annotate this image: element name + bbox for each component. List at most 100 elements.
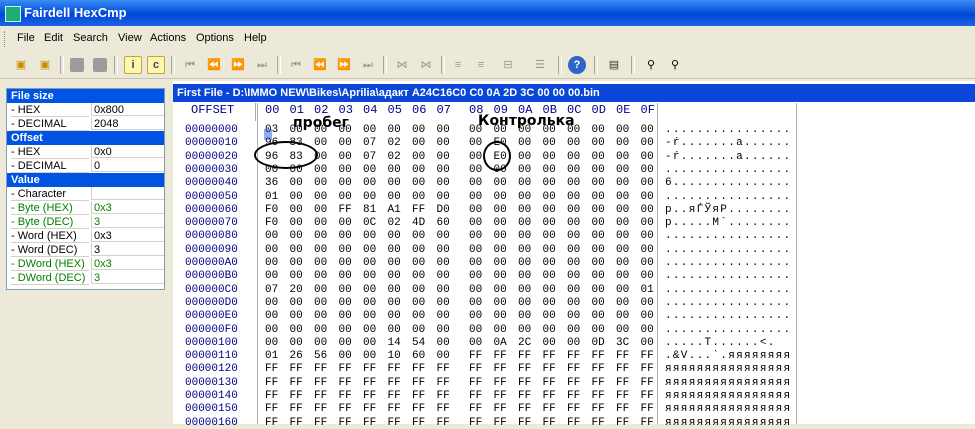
ascii-text[interactable]: яяяяяяяяяяяяяяяя <box>665 417 791 429</box>
hex-byte[interactable]: FF <box>494 390 507 402</box>
hex-byte[interactable]: 00 <box>314 337 327 349</box>
hex-byte[interactable]: FF <box>469 350 482 362</box>
hex-byte[interactable]: FF <box>543 390 556 402</box>
hex-byte[interactable]: 00 <box>641 310 654 322</box>
hex-byte[interactable]: FF <box>363 403 376 415</box>
ascii-text[interactable]: -ŕ.......а...... <box>665 137 791 149</box>
compare-icon[interactable]: c <box>147 56 165 74</box>
hex-byte[interactable]: 0D <box>592 337 605 349</box>
hex-byte[interactable]: 00 <box>339 257 352 269</box>
property-row[interactable]: - Word (DEC) 3 <box>7 243 164 257</box>
hex-byte[interactable]: 02 <box>388 217 401 229</box>
hex-byte[interactable]: 00 <box>339 230 352 242</box>
hex-byte[interactable]: 10 <box>388 350 401 362</box>
hex-byte[interactable]: 07 <box>265 284 278 296</box>
hex-byte[interactable]: 00 <box>469 270 482 282</box>
property-row[interactable]: - Character <box>7 187 164 201</box>
hex-byte[interactable]: 00 <box>543 191 556 203</box>
hex-byte[interactable]: FF <box>567 350 580 362</box>
hex-byte[interactable]: 00 <box>641 297 654 309</box>
hex-byte[interactable]: 00 <box>412 257 425 269</box>
hex-byte[interactable]: 00 <box>339 324 352 336</box>
hex-byte[interactable]: 00 <box>567 204 580 216</box>
hex-byte[interactable]: 00 <box>616 137 629 149</box>
hex-byte[interactable]: 00 <box>616 204 629 216</box>
hex-byte[interactable]: 00 <box>437 177 450 189</box>
hex-byte[interactable]: 00 <box>265 244 278 256</box>
hex-byte[interactable]: FF <box>543 417 556 429</box>
hex-byte[interactable]: 00 <box>314 257 327 269</box>
hex-byte[interactable]: 00 <box>363 297 376 309</box>
hex-row[interactable]: 00000050 01 00 00 00 00 00 00 00 00 00 00 00 00 00 00 00… <box>173 191 975 203</box>
hex-byte[interactable]: 26 <box>290 350 303 362</box>
first-icon[interactable]: ⏮ <box>287 56 305 74</box>
hex-byte[interactable]: FF <box>363 417 376 429</box>
property-row[interactable]: - Byte (DEC) 3 <box>7 215 164 229</box>
hex-byte[interactable]: FF <box>543 377 556 389</box>
align-icon[interactable]: ≡ <box>449 56 467 74</box>
hex-byte[interactable]: 00 <box>543 204 556 216</box>
hex-byte[interactable]: FF <box>592 377 605 389</box>
hex-byte[interactable]: 00 <box>265 324 278 336</box>
hex-byte[interactable]: 00 <box>339 244 352 256</box>
hex-row[interactable]: 00000070 F0 00 00 00 0C 02 4D 60 00 00 00 00 00 00 00 00… <box>173 217 975 229</box>
hex-byte[interactable]: 00 <box>543 137 556 149</box>
hex-byte[interactable]: FF <box>388 390 401 402</box>
hex-byte[interactable]: FF <box>290 363 303 375</box>
property-row[interactable]: - HEX 0x0 <box>7 145 164 159</box>
hex-byte[interactable]: 00 <box>494 191 507 203</box>
hex-byte[interactable]: 00 <box>616 244 629 256</box>
hex-byte[interactable]: 00 <box>616 230 629 242</box>
hex-byte[interactable]: 00 <box>494 310 507 322</box>
hex-byte[interactable]: 00 <box>437 137 450 149</box>
hex-byte[interactable]: FF <box>494 377 507 389</box>
hex-byte[interactable]: 56 <box>314 350 327 362</box>
hex-byte[interactable]: 00 <box>641 217 654 229</box>
hex-byte[interactable]: FF <box>494 350 507 362</box>
ascii-text[interactable]: ................ <box>665 297 791 309</box>
hex-byte[interactable]: 00 <box>412 177 425 189</box>
help-icon[interactable]: ? <box>568 56 586 74</box>
hex-byte[interactable]: FF <box>412 363 425 375</box>
hex-row[interactable]: 00000160 FF FF FF FF FF FF FF FF FF FF FF FF FF FF FF FF… <box>173 417 975 429</box>
hex-byte[interactable]: FF <box>437 417 450 429</box>
hex-byte[interactable]: 00 <box>388 257 401 269</box>
hex-byte[interactable]: 00 <box>290 204 303 216</box>
hex-byte[interactable]: 00 <box>412 230 425 242</box>
menu-search[interactable]: Search <box>73 32 108 44</box>
hex-byte[interactable]: 00 <box>314 217 327 229</box>
hex-byte[interactable]: 00 <box>314 284 327 296</box>
hex-byte[interactable]: 00 <box>314 310 327 322</box>
hex-byte[interactable]: 00 <box>567 191 580 203</box>
hex-byte[interactable]: 00 <box>494 324 507 336</box>
hex-byte[interactable]: 00 <box>616 177 629 189</box>
hex-byte[interactable]: 00 <box>388 191 401 203</box>
hex-byte[interactable]: FF <box>388 363 401 375</box>
hex-byte[interactable]: 00 <box>412 270 425 282</box>
hex-byte[interactable]: 07 <box>363 137 376 149</box>
ascii-text[interactable]: р.....M`........ <box>665 217 791 229</box>
hex-byte[interactable]: FF <box>641 390 654 402</box>
hex-byte[interactable]: 00 <box>388 177 401 189</box>
hex-byte[interactable]: 00 <box>412 324 425 336</box>
hex-byte[interactable]: 00 <box>469 284 482 296</box>
hex-byte[interactable]: 00 <box>437 191 450 203</box>
hex-byte[interactable]: 00 <box>494 204 507 216</box>
property-row[interactable]: - DWord (HEX) 0x3 <box>7 257 164 271</box>
hex-byte[interactable]: 00 <box>339 297 352 309</box>
hex-byte[interactable]: 00 <box>641 337 654 349</box>
hex-byte[interactable]: 00 <box>412 164 425 176</box>
hex-row[interactable]: 00000080 00 00 00 00 00 00 00 00 00 00 00 00 00 00 00 00… <box>173 230 975 242</box>
hex-byte[interactable]: 00 <box>363 284 376 296</box>
bracket-icon[interactable]: ⊟ <box>499 56 517 74</box>
hex-byte[interactable]: FF <box>412 403 425 415</box>
hex-byte[interactable]: 2C <box>518 337 531 349</box>
hex-byte[interactable]: FF <box>339 363 352 375</box>
hex-byte[interactable]: 00 <box>412 284 425 296</box>
hex-byte[interactable]: FF <box>567 417 580 429</box>
hex-byte[interactable]: 00 <box>314 177 327 189</box>
hex-byte[interactable]: FF <box>641 403 654 415</box>
hex-byte[interactable]: FF <box>616 350 629 362</box>
hex-byte[interactable]: FF <box>314 417 327 429</box>
hex-byte[interactable]: 00 <box>469 230 482 242</box>
